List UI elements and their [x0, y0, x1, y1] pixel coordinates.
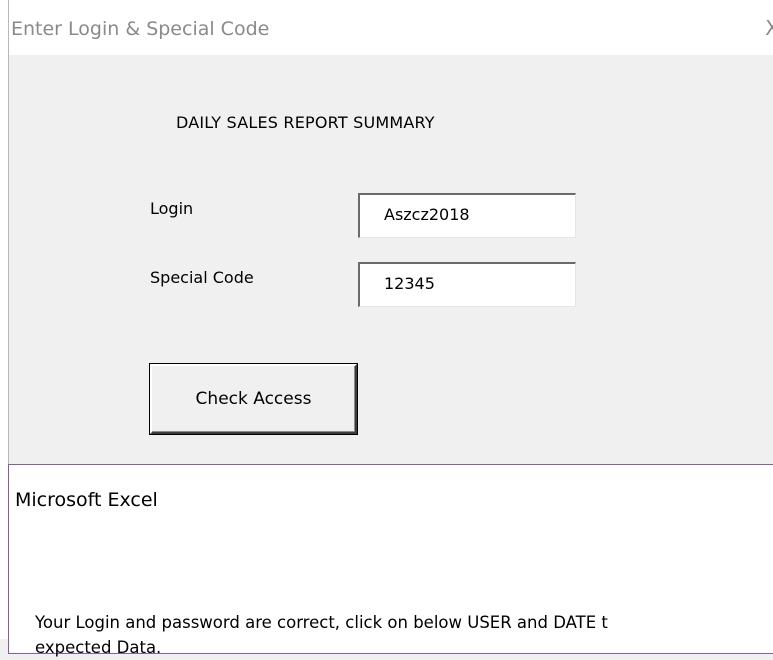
special-code-label: Special Code [150, 268, 254, 287]
message-line-1: Your Login and password are correct, cli… [35, 613, 608, 632]
message-box-title: Microsoft Excel [15, 489, 158, 511]
message-text: Your Login and password are correct, cli… [35, 610, 773, 660]
close-icon[interactable]: X [765, 16, 773, 40]
login-label: Login [150, 199, 194, 218]
login-input[interactable]: Aszcz2018 [358, 193, 576, 238]
special-code-input[interactable]: 12345 [358, 262, 576, 307]
window-title: Enter Login & Special Code [11, 18, 270, 40]
check-access-button[interactable]: Check Access [150, 364, 357, 434]
form-heading: DAILY SALES REPORT SUMMARY [176, 113, 435, 132]
title-bar[interactable]: Enter Login & Special Code X [9, 0, 773, 55]
excel-message-box: Microsoft Excel Your Login and password … [8, 464, 773, 657]
